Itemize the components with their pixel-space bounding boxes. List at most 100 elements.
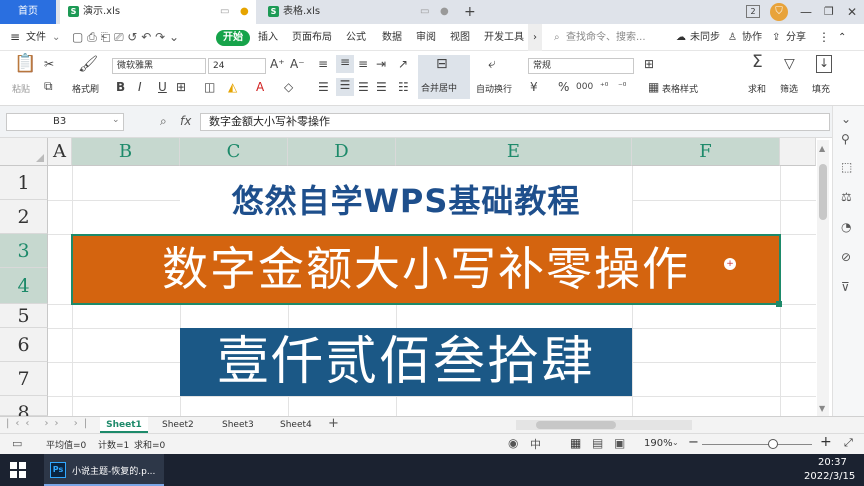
zoom-in-button[interactable]: + [820,434,832,450]
menu-review[interactable]: 审阅 [416,24,436,51]
windows-start-icon[interactable] [10,462,26,478]
sum-button[interactable]: 求和 [748,82,766,95]
chevron-down-icon[interactable]: ⌄ [672,438,679,447]
menu-page-layout[interactable]: 页面布局 [292,24,332,51]
sum-icon[interactable]: Σ [752,54,763,71]
percent-button[interactable]: % [558,80,569,94]
home-tab[interactable]: 首页 [0,0,56,24]
sheet-tab-1[interactable]: Sheet1 [100,417,148,433]
close-icon[interactable]: ✕ [847,0,857,24]
bold-button[interactable]: B [116,80,125,94]
row-header-2[interactable]: 2 [0,200,48,234]
formula-input[interactable]: 数字金额大小写补零操作 [200,113,830,131]
share-button[interactable]: 分享 [786,24,806,51]
decimal-decrease-icon[interactable]: ⁻⁰ [618,80,626,94]
col-header-b[interactable]: B [72,138,180,166]
clock-time[interactable]: 20:37 [818,457,847,468]
window-icon[interactable]: ▭ [220,0,229,24]
cloud-icon[interactable]: ☁ [676,24,686,51]
menu-data[interactable]: 数据 [382,24,402,51]
zoom-out-button[interactable]: − [688,435,699,450]
window-icon[interactable]: ▭ [420,0,429,24]
collaborate-button[interactable]: 协作 [742,24,762,51]
sheet-tab-3[interactable]: Sheet3 [222,417,254,433]
sheet-tab-4[interactable]: Sheet4 [280,417,312,433]
sync-status[interactable]: 未同步 [690,24,720,51]
row-header-6[interactable]: 6 [0,328,48,362]
sheet-nav-icons[interactable]: |‹‹ ›› ›| [6,418,93,429]
select-icon[interactable]: ⬚ [841,160,852,174]
expand-panel-icon[interactable]: ⌄ [841,112,851,126]
menu-more-arrow[interactable]: › [528,24,542,51]
decimal-increase-icon[interactable]: ⁺⁰ [600,80,608,94]
style-icon[interactable]: ⚲ [841,132,850,146]
page-view-icon[interactable]: ▤ [592,436,603,450]
restore-icon[interactable]: ❐ [824,0,834,24]
align-left-icon[interactable]: ☰ [318,80,329,94]
scroll-up-icon[interactable]: ▲ [819,144,825,153]
menu-view[interactable]: 视图 [450,24,470,51]
font-grow-icon[interactable]: A⁺ [270,57,285,71]
fill-icon[interactable]: ↓ [816,55,832,73]
new-tab-button[interactable]: + [464,0,476,24]
indent-icon[interactable]: ⇥ [376,57,386,71]
status-toggle-icon[interactable]: ▭ [12,437,22,450]
clock-date[interactable]: 2022/3/15 [804,471,855,482]
orientation-icon[interactable]: ↗ [398,57,408,71]
row-header-3[interactable]: 3 [0,234,48,268]
table-icon[interactable]: ⊞ [644,57,654,71]
row-header-4[interactable]: 4 [0,268,48,304]
window-count-badge[interactable]: 2 [746,5,760,18]
number-format-select[interactable]: 常规 [528,58,634,74]
tab-active-document[interactable]: S 演示.xls ▭ ● [60,0,256,24]
distribute-icon[interactable]: ☷ [398,80,409,94]
justify-icon[interactable]: ☰ [376,80,387,94]
tab-other-document[interactable]: S 表格.xls ▭ ● [262,0,452,24]
filter-button[interactable]: 筛选 [780,82,798,95]
fx-icon[interactable]: fx [180,114,191,128]
zoom-slider-track[interactable] [702,444,812,445]
zoom-level[interactable]: 190% [644,438,673,449]
underline-button[interactable]: U [158,80,167,94]
taskbar-app-button[interactable]: Ps 小说主题-恢复的.p... [44,454,164,486]
minimize-icon[interactable]: — [800,0,812,24]
cell-name-box[interactable]: B3 [6,113,124,131]
title-cell[interactable]: 悠然自学WPS基础教程 [180,166,632,234]
currency-button[interactable]: ¥ [530,80,538,94]
add-sheet-button[interactable]: + [328,416,339,431]
zoom-search-icon[interactable]: ⌕ [160,114,167,129]
search-icon[interactable]: ⌕ [554,24,560,51]
paste-button[interactable]: 粘贴 [12,82,30,95]
copy-icon[interactable]: ⧉ [44,79,53,93]
scroll-thumb[interactable] [819,164,827,220]
amount-cell[interactable]: 壹仟贰佰叁拾肆 [180,328,632,396]
row-header-7[interactable]: 7 [0,362,48,396]
fullscreen-icon[interactable]: ⤢ [844,436,853,450]
clear-format-icon[interactable]: ◇ [284,80,293,94]
filter-icon[interactable]: ▽ [784,57,795,71]
menu-file[interactable]: 文件 [26,24,46,51]
cut-icon[interactable]: ✂ [44,57,54,71]
user-avatar[interactable]: ⛉ [770,3,788,21]
align-center-icon[interactable]: ☰ [336,78,354,96]
border-icon[interactable]: ⊞ [176,80,186,94]
table-style-button[interactable]: 表格样式 [662,82,698,95]
col-header-a[interactable]: A [48,138,72,166]
page-break-icon[interactable]: ▣ [614,436,625,450]
format-painter-button[interactable]: 格式刷 [72,82,99,95]
fill-handle[interactable] [776,301,782,307]
align-top-icon[interactable]: ≡ [318,57,328,71]
format-painter-icon[interactable]: 🖌 [78,56,98,72]
highlight-icon[interactable]: ◭ [228,80,237,94]
row-header-1[interactable]: 1 [0,166,48,200]
sheet-tab-2[interactable]: Sheet2 [162,417,194,433]
select-all-corner[interactable] [0,138,48,166]
font-color-button[interactable]: A [256,80,264,94]
wrap-text-button[interactable]: 自动换行 [476,82,512,95]
align-bottom-icon[interactable]: ≡ [358,57,368,71]
table-style-icon[interactable]: ▦ [648,80,659,94]
col-header-d[interactable]: D [288,138,396,166]
zoom-slider-thumb[interactable] [768,439,778,449]
row-header-8[interactable]: 8 [0,396,48,416]
backup-icon[interactable]: ◔ [841,220,851,234]
